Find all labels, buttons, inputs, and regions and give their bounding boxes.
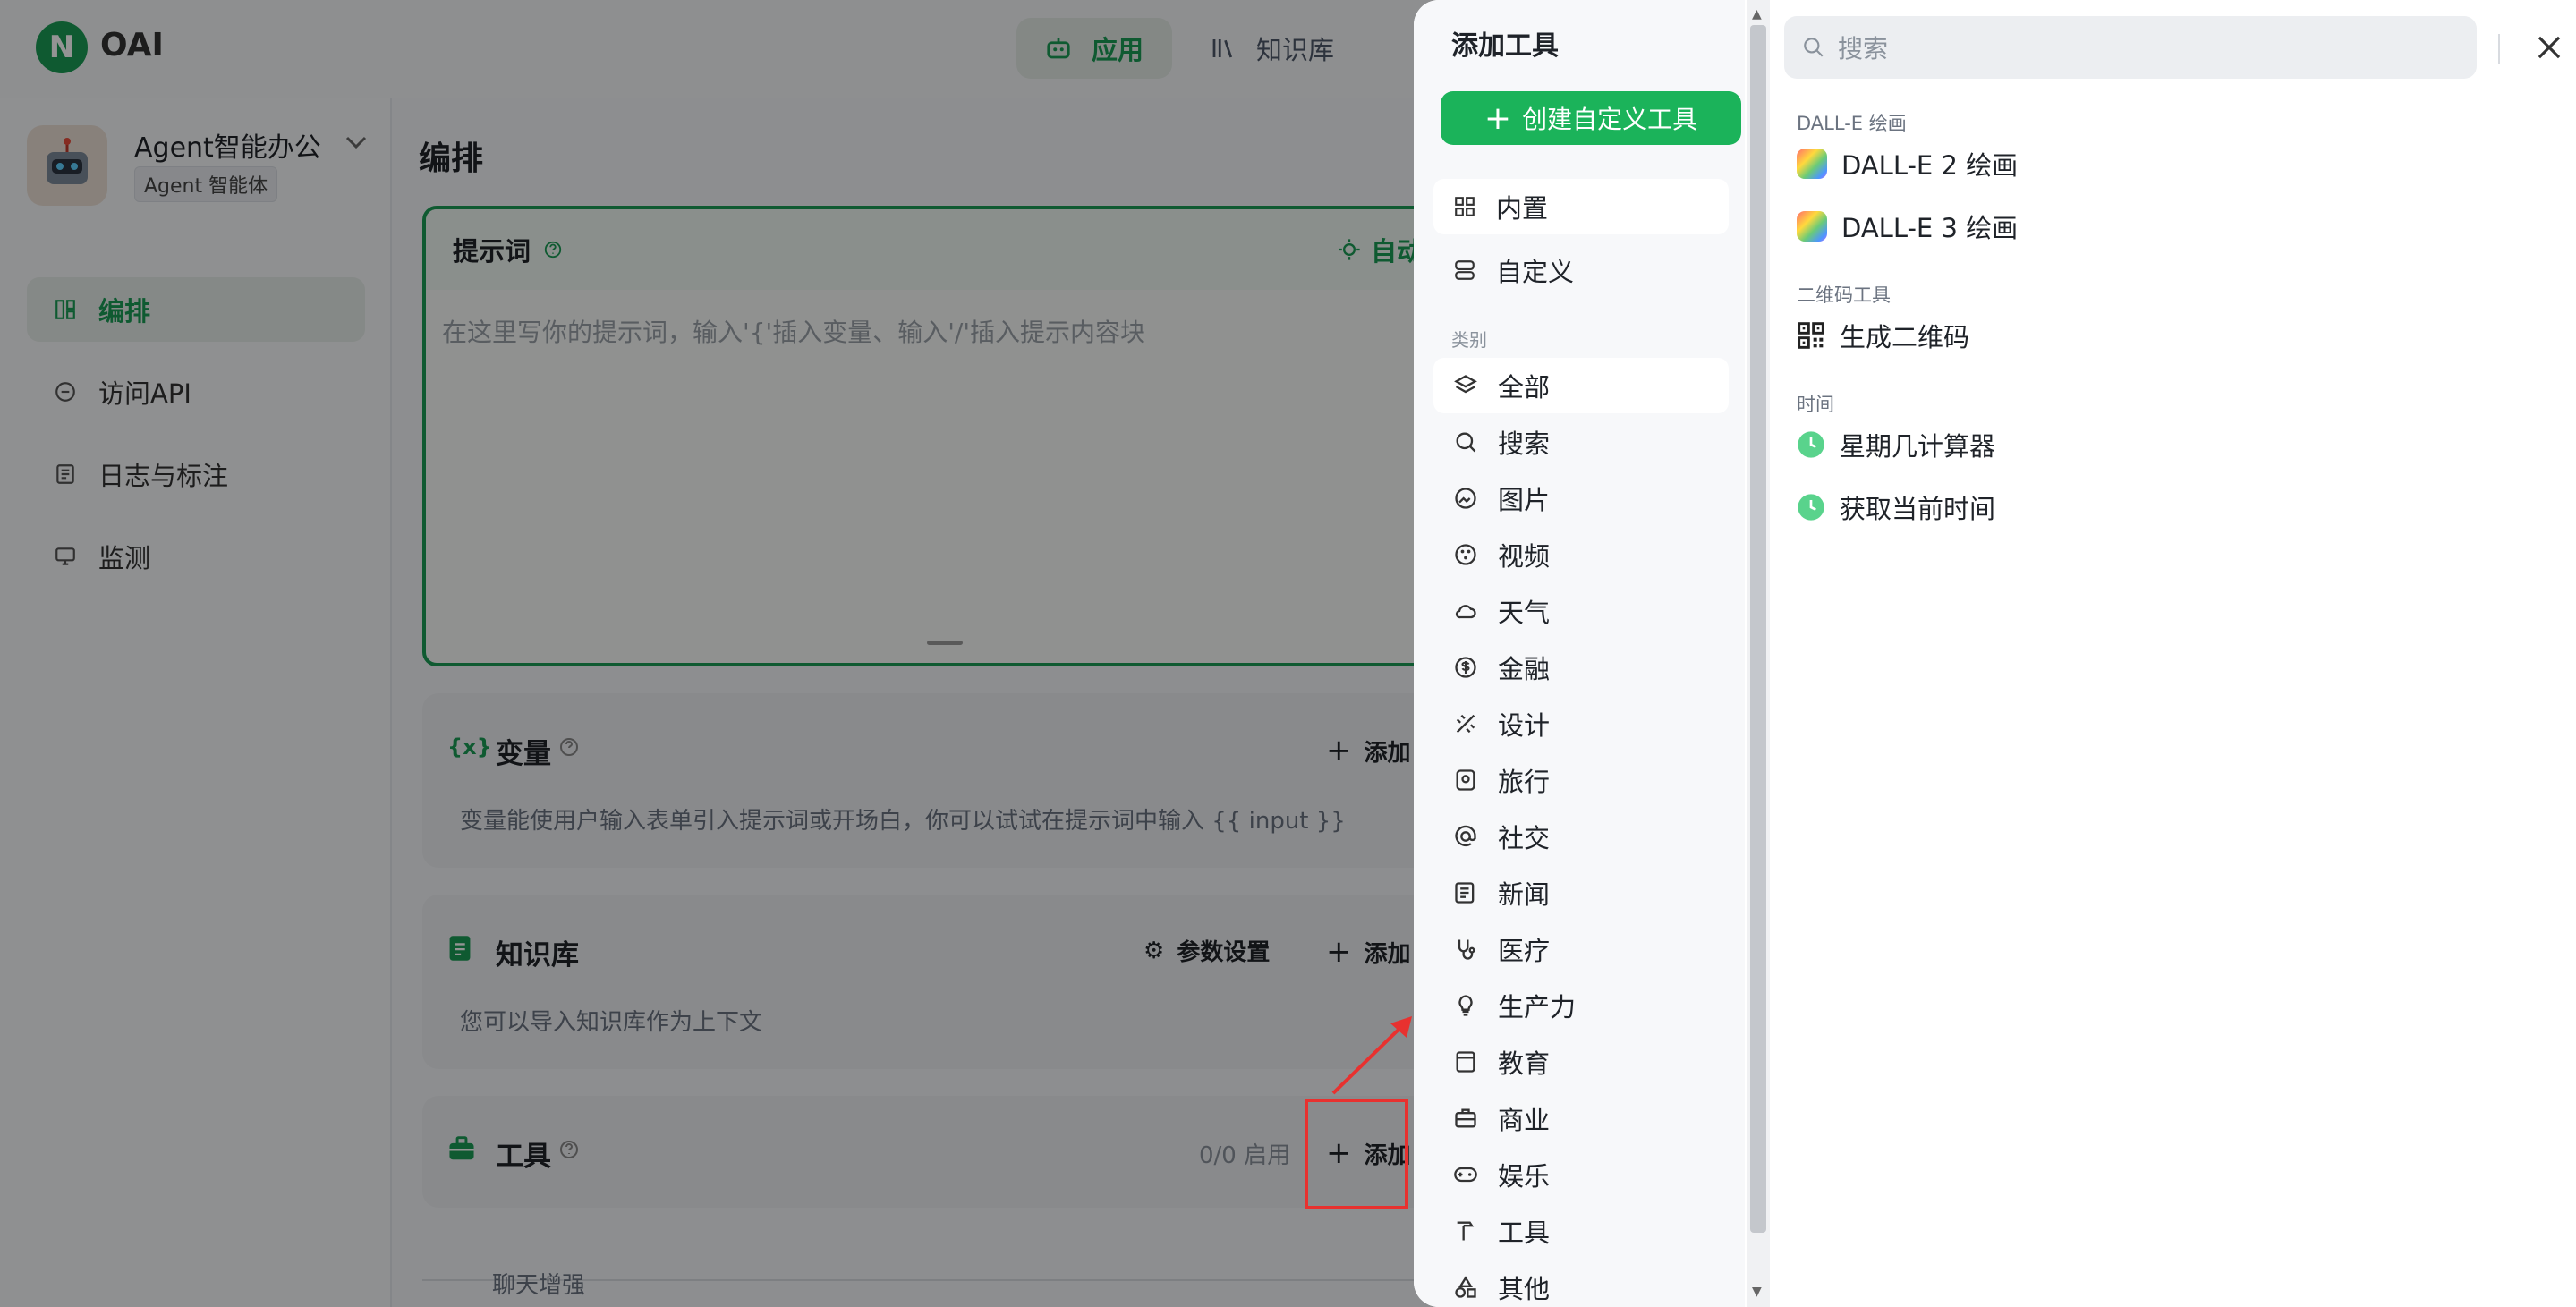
category-label: 搜索	[1498, 429, 1551, 459]
cloud-icon	[1455, 605, 1476, 619]
tool-group-label: DALL-E 绘画	[1797, 113, 1907, 134]
category-label: 其他	[1498, 1274, 1551, 1304]
category-item[interactable]: 娱乐	[1433, 1147, 1729, 1202]
close-icon[interactable]	[2532, 30, 2566, 64]
dalle-icon	[1797, 149, 1827, 179]
plus-icon: +	[1484, 99, 1512, 137]
category-label: 全部	[1498, 372, 1551, 403]
category-label: 天气	[1498, 598, 1551, 628]
clock-icon	[1798, 431, 1824, 458]
video-icon	[1455, 544, 1476, 565]
category-item[interactable]: 医疗	[1433, 921, 1729, 977]
dollar-icon	[1455, 657, 1476, 678]
annotation-highlight-box	[1305, 1099, 1408, 1209]
tool-group-label: 二维码工具	[1797, 284, 1891, 306]
tool-label: DALL-E 3 绘画	[1841, 213, 2019, 243]
hammer-icon	[1457, 1221, 1475, 1241]
category-item[interactable]: 旅行	[1433, 752, 1729, 808]
category-item[interactable]: 天气	[1433, 583, 1729, 639]
image-icon	[1455, 488, 1476, 509]
category-item[interactable]: 图片	[1433, 471, 1729, 526]
category-pane: 添加工具 + 创建自定义工具 内置 自定义 类别 全部搜索图片视频天气金融设计旅…	[1414, 0, 1745, 1307]
source-label: 自定义	[1496, 257, 1575, 287]
search-icon	[1804, 38, 1824, 57]
category-label: 新闻	[1498, 879, 1551, 910]
travel-icon	[1456, 769, 1475, 791]
category-label: 工具	[1498, 1218, 1551, 1248]
category-label: 医疗	[1498, 936, 1551, 966]
category-item[interactable]: 商业	[1433, 1091, 1729, 1146]
tool-item[interactable]: 生成二维码	[1797, 317, 1969, 354]
category-item[interactable]: 金融	[1433, 640, 1729, 695]
category-label: 图片	[1498, 485, 1551, 515]
category-label: 教育	[1498, 1048, 1551, 1079]
category-item[interactable]: 全部	[1433, 358, 1729, 413]
category-item[interactable]: 工具	[1433, 1203, 1729, 1259]
scrollbar-thumb[interactable]	[1750, 25, 1766, 1233]
tool-label: DALL-E 2 绘画	[1841, 150, 2019, 181]
category-label: 生产力	[1498, 992, 1577, 1023]
tool-item[interactable]: 星期几计算器	[1797, 426, 1995, 463]
grid-icon	[1455, 197, 1475, 216]
shapes-icon	[1455, 1276, 1476, 1298]
briefcase-icon	[1455, 1108, 1476, 1128]
category-item[interactable]: 社交	[1433, 809, 1729, 864]
category-label: 社交	[1498, 823, 1551, 853]
tool-label: 星期几计算器	[1840, 431, 1996, 462]
search-input[interactable]: 搜索	[1784, 16, 2477, 79]
bulb-icon	[1458, 995, 1473, 1016]
source-builtin[interactable]: 内置	[1433, 179, 1729, 234]
scroll-up-icon[interactable]: ▲	[1752, 7, 1762, 21]
category-item[interactable]: 生产力	[1433, 978, 1729, 1033]
category-heading: 类别	[1451, 329, 1487, 351]
tool-item[interactable]: 获取当前时间	[1797, 488, 1995, 526]
search-icon	[1456, 432, 1476, 453]
news-icon	[1455, 882, 1475, 904]
dalle-icon	[1797, 211, 1827, 242]
annotation-arrow-icon	[1331, 1016, 1412, 1095]
book-icon	[1456, 1051, 1475, 1073]
tool-item[interactable]: DALL-E 2 绘画	[1797, 145, 2018, 182]
add-tool-modal: 添加工具 + 创建自定义工具 内置 自定义 类别 全部 搜索 图片 视频 天气 金融 设计旅…	[1414, 0, 2576, 1307]
category-item[interactable]: 其他	[1433, 1260, 1729, 1307]
category-label: 旅行	[1498, 767, 1551, 797]
medical-icon	[1458, 939, 1475, 960]
gamepad-icon	[1454, 1167, 1477, 1183]
category-item[interactable]: 搜索	[1433, 414, 1729, 470]
tool-group-label: 时间	[1797, 394, 1834, 415]
custom-icon	[1455, 260, 1475, 280]
category-item[interactable]: 教育	[1433, 1034, 1729, 1090]
category-label: 设计	[1498, 710, 1551, 741]
search-placeholder: 搜索	[1838, 34, 1889, 64]
source-label: 内置	[1496, 193, 1549, 224]
qrcode-icon	[1798, 322, 1824, 349]
design-icon	[1456, 714, 1475, 734]
create-label: 创建自定义工具	[1522, 105, 1698, 134]
category-label: 金融	[1498, 654, 1551, 684]
tool-label: 生成二维码	[1840, 322, 1970, 352]
modal-title: 添加工具	[1451, 30, 1559, 62]
category-label: 娱乐	[1498, 1161, 1551, 1192]
tool-label: 获取当前时间	[1840, 494, 1996, 524]
scroll-down-icon[interactable]: ▼	[1752, 1285, 1762, 1299]
category-item[interactable]: 视频	[1433, 527, 1729, 582]
layers-icon	[1454, 375, 1477, 394]
category-label: 视频	[1498, 541, 1551, 572]
category-item[interactable]: 设计	[1433, 696, 1729, 751]
create-custom-tool-button[interactable]: + 创建自定义工具	[1441, 91, 1741, 145]
at-icon	[1455, 825, 1476, 847]
source-custom[interactable]: 自定义	[1433, 242, 1729, 298]
category-label: 商业	[1498, 1105, 1551, 1135]
tool-item[interactable]: DALL-E 3 绘画	[1797, 208, 2018, 245]
divider	[2498, 34, 2500, 64]
category-item[interactable]: 新闻	[1433, 865, 1729, 921]
clock-icon	[1798, 494, 1824, 521]
